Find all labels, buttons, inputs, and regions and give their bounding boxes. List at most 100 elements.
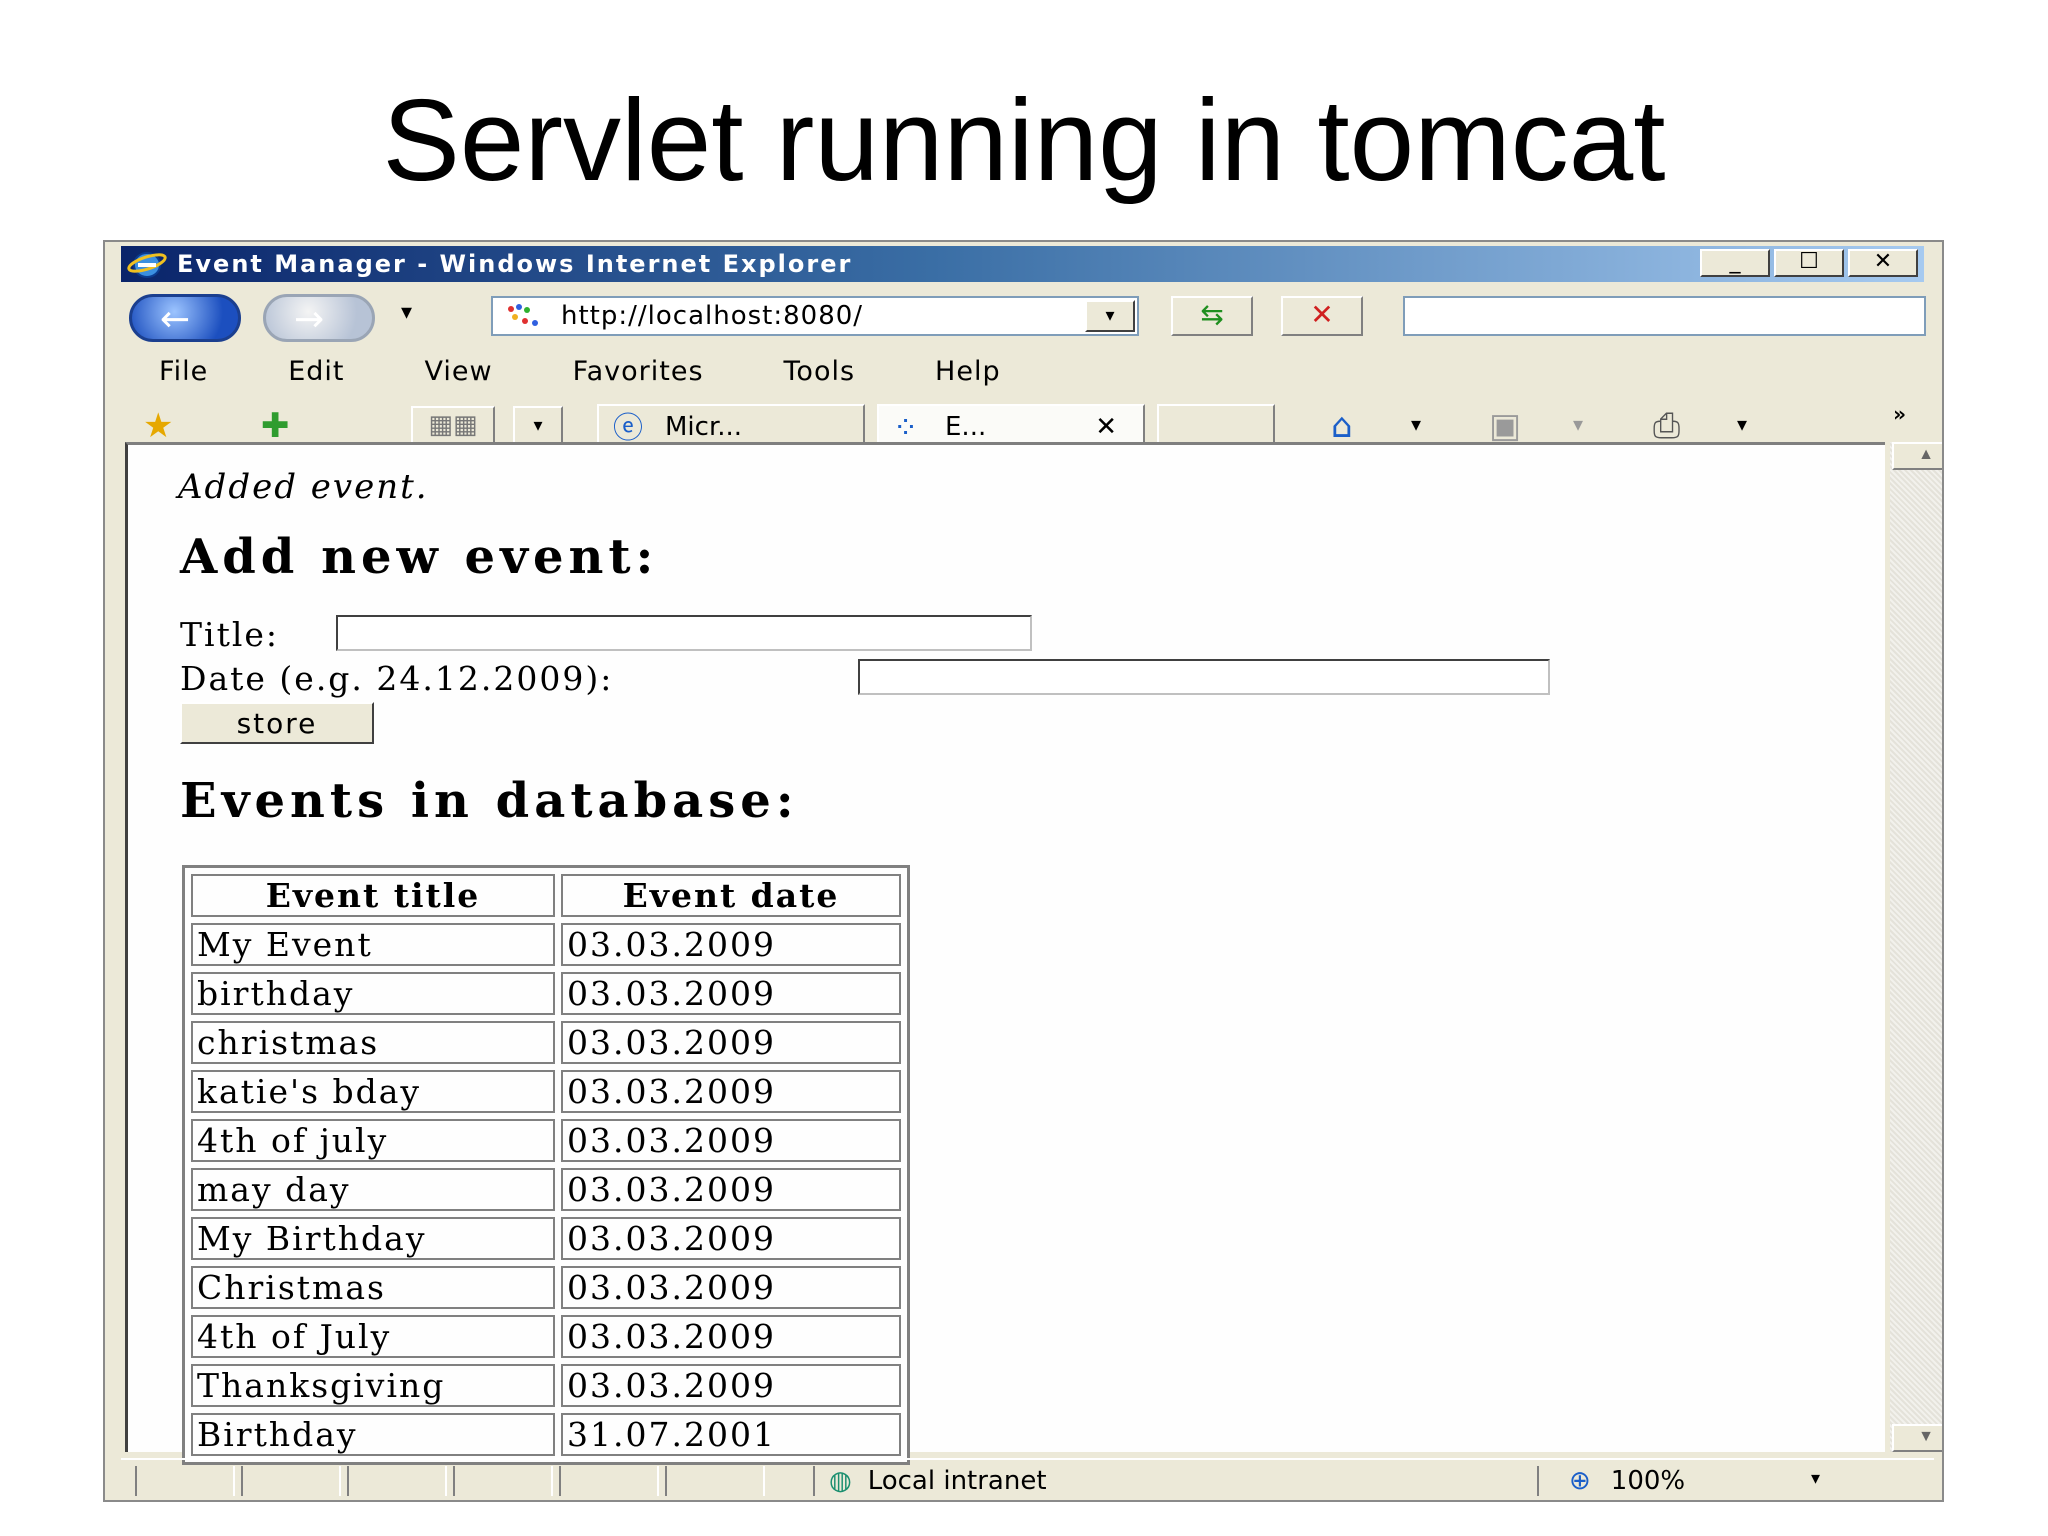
event-date-cell: 03.03.2009 bbox=[561, 1168, 901, 1211]
event-date-cell: 03.03.2009 bbox=[561, 923, 901, 966]
table-row: Thanksgiving 03.03.2009 bbox=[191, 1364, 901, 1407]
star-icon[interactable]: ★ bbox=[143, 406, 173, 446]
add-favorite-icon[interactable]: ✚ bbox=[261, 406, 290, 446]
zoom-level[interactable]: ⊕ 100% bbox=[1537, 1466, 1817, 1496]
page-favicon-icon bbox=[508, 304, 538, 326]
menu-help[interactable]: Help bbox=[935, 356, 1001, 387]
address-input[interactable] bbox=[561, 301, 1081, 331]
title-input[interactable] bbox=[336, 615, 1032, 651]
more-tools-chevron-icon[interactable]: » bbox=[1893, 402, 1906, 426]
home-icon[interactable]: ⌂ bbox=[1331, 406, 1353, 446]
table-row: My Birthday 03.03.2009 bbox=[191, 1217, 901, 1260]
globe-icon: ◍ bbox=[829, 1466, 852, 1496]
back-button[interactable]: ← bbox=[129, 294, 241, 342]
event-title-cell: may day bbox=[191, 1168, 555, 1211]
maximize-button[interactable]: ☐ bbox=[1774, 249, 1844, 277]
status-bar: ◍ Local intranet ⊕ 100% ▾ bbox=[121, 1458, 1934, 1498]
print-dropdown[interactable]: ▾ bbox=[1737, 412, 1747, 436]
table-row: katie's bday 03.03.2009 bbox=[191, 1070, 901, 1113]
event-date-cell: 03.03.2009 bbox=[561, 1217, 901, 1260]
event-date-cell: 03.03.2009 bbox=[561, 1070, 901, 1113]
address-dropdown-button[interactable]: ▾ bbox=[1085, 300, 1135, 332]
status-segment bbox=[559, 1466, 659, 1496]
tab-list-dropdown[interactable]: ▾ bbox=[513, 406, 563, 446]
event-date-cell: 03.03.2009 bbox=[561, 1266, 901, 1309]
minimize-button[interactable]: _ bbox=[1700, 249, 1770, 277]
address-toolbar: ← → ▾ ▾ ⇆ ✕ bbox=[121, 286, 1934, 346]
event-title-cell: 4th of july bbox=[191, 1119, 555, 1162]
table-row: 4th of july 03.03.2009 bbox=[191, 1119, 901, 1162]
table-row: may day 03.03.2009 bbox=[191, 1168, 901, 1211]
zoom-dropdown[interactable]: ▾ bbox=[1811, 1468, 1820, 1489]
zoom-label: 100% bbox=[1610, 1466, 1686, 1496]
print-icon[interactable]: ⎙ bbox=[1653, 406, 1680, 446]
event-title-cell: Christmas bbox=[191, 1266, 555, 1309]
table-row: 4th of July 03.03.2009 bbox=[191, 1315, 901, 1358]
menu-edit[interactable]: Edit bbox=[288, 356, 344, 387]
event-date-cell: 03.03.2009 bbox=[561, 1364, 901, 1407]
events-table: Event title Event date My Event 03.03.200… bbox=[182, 865, 910, 1465]
close-button[interactable]: ✕ bbox=[1848, 249, 1918, 277]
quick-tabs-button[interactable]: ▦▦ bbox=[411, 406, 495, 446]
event-title-cell: My Birthday bbox=[191, 1217, 555, 1260]
page-content: Added event. Add new event: Title: Date … bbox=[125, 442, 1885, 1465]
stop-button[interactable]: ✕ bbox=[1281, 296, 1363, 336]
table-row: birthday 03.03.2009 bbox=[191, 972, 901, 1015]
table-row: My Event 03.03.2009 bbox=[191, 923, 901, 966]
event-title-cell: Thanksgiving bbox=[191, 1364, 555, 1407]
feeds-dropdown[interactable]: ▾ bbox=[1573, 412, 1583, 436]
ie-logo-icon bbox=[127, 252, 167, 278]
events-heading: Events in database: bbox=[180, 773, 799, 829]
forward-arrow-icon: → bbox=[294, 299, 325, 340]
search-box[interactable] bbox=[1403, 296, 1926, 336]
status-segment bbox=[665, 1466, 765, 1496]
slide-title: Servlet running in tomcat bbox=[382, 75, 1666, 205]
event-title-cell: christmas bbox=[191, 1021, 555, 1064]
status-segment bbox=[347, 1466, 447, 1496]
event-title-cell: My Event bbox=[191, 923, 555, 966]
window-title: Event Manager - Windows Internet Explore… bbox=[177, 250, 853, 278]
status-segment bbox=[453, 1466, 553, 1496]
back-arrow-icon: ← bbox=[160, 299, 191, 340]
table-row: Christmas 03.03.2009 bbox=[191, 1266, 901, 1309]
status-message: Added event. bbox=[178, 467, 429, 507]
recent-pages-dropdown[interactable]: ▾ bbox=[401, 300, 412, 325]
column-header-title: Event title bbox=[191, 874, 555, 917]
menu-bar: File Edit View Favorites Tools Help bbox=[121, 348, 1934, 394]
scroll-up-button[interactable]: ▲ bbox=[1892, 442, 1942, 470]
vertical-scrollbar[interactable]: ▲ ▼ bbox=[1890, 442, 1942, 1452]
scroll-down-button[interactable]: ▼ bbox=[1892, 1424, 1942, 1452]
window-title-bar[interactable]: Event Manager - Windows Internet Explore… bbox=[121, 246, 1924, 282]
home-dropdown[interactable]: ▾ bbox=[1411, 412, 1421, 436]
forward-button[interactable]: → bbox=[263, 294, 375, 342]
magnifier-icon: ⊕ bbox=[1569, 1466, 1591, 1496]
status-segment bbox=[241, 1466, 341, 1496]
menu-favorites[interactable]: Favorites bbox=[573, 356, 704, 387]
add-event-heading: Add new event: bbox=[180, 529, 659, 585]
title-label: Title: bbox=[180, 615, 280, 654]
table-row: christmas 03.03.2009 bbox=[191, 1021, 901, 1064]
feeds-icon[interactable]: ▣ bbox=[1489, 406, 1521, 446]
table-header-row: Event title Event date bbox=[191, 874, 901, 917]
menu-tools[interactable]: Tools bbox=[784, 356, 856, 387]
address-bar[interactable]: ▾ bbox=[491, 296, 1139, 336]
event-date-cell: 03.03.2009 bbox=[561, 1021, 901, 1064]
event-title-cell: birthday bbox=[191, 972, 555, 1015]
tab-label: E... bbox=[945, 412, 987, 442]
security-zone[interactable]: ◍ Local intranet bbox=[813, 1466, 1503, 1496]
column-header-date: Event date bbox=[561, 874, 901, 917]
event-title-cell: katie's bday bbox=[191, 1070, 555, 1113]
search-input[interactable] bbox=[1405, 298, 1924, 334]
date-label: Date (e.g. 24.12.2009): bbox=[180, 659, 614, 698]
refresh-button[interactable]: ⇆ bbox=[1171, 296, 1253, 336]
store-button[interactable]: store bbox=[180, 702, 374, 744]
event-date-cell: 03.03.2009 bbox=[561, 1315, 901, 1358]
event-title-cell: 4th of July bbox=[191, 1315, 555, 1358]
date-input[interactable] bbox=[858, 659, 1550, 695]
event-title-cell: Birthday bbox=[191, 1413, 555, 1456]
menu-file[interactable]: File bbox=[159, 356, 208, 387]
event-date-cell: 31.07.2001 bbox=[561, 1413, 901, 1456]
event-date-cell: 03.03.2009 bbox=[561, 972, 901, 1015]
menu-view[interactable]: View bbox=[424, 356, 492, 387]
table-row: Birthday 31.07.2001 bbox=[191, 1413, 901, 1456]
